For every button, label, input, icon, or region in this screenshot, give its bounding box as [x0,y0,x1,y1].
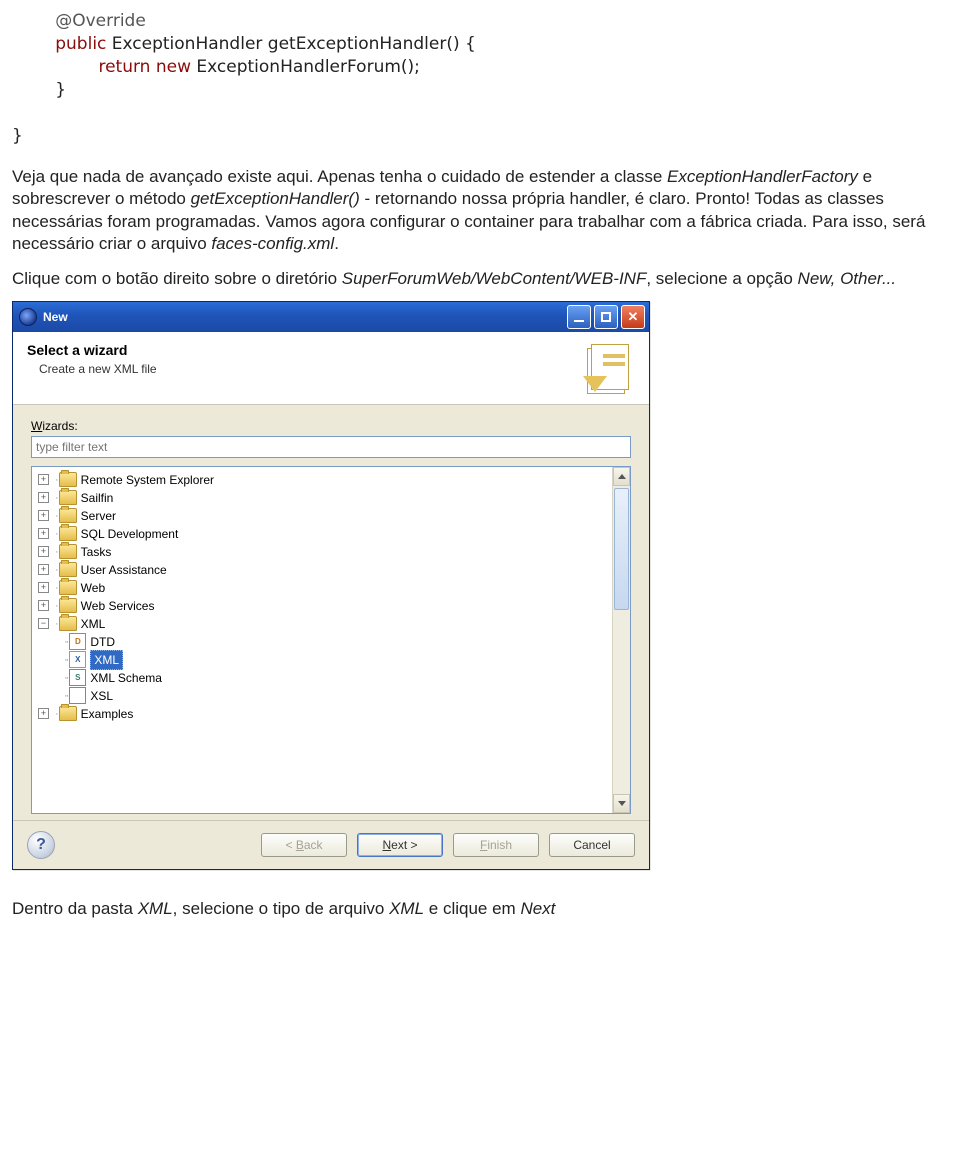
scroll-up-button[interactable] [613,467,630,486]
cancel-button[interactable]: Cancel [549,833,635,857]
expand-icon[interactable]: + [38,528,49,539]
tree-folder-node[interactable]: +·Web Services [38,597,610,615]
dialog-heading: Select a wizard [27,342,157,358]
window-title: New [43,310,68,324]
expand-icon[interactable]: − [38,618,49,629]
tree-item-label: Tasks [81,543,112,561]
tree-item-label: Remote System Explorer [81,471,214,489]
dialog-subheading: Create a new XML file [27,362,157,376]
scroll-down-button[interactable] [613,794,630,813]
folder-icon [59,598,77,613]
wizard-banner-icon [585,342,635,392]
tree-item-label: Examples [81,705,134,723]
scrollbar[interactable] [612,467,630,813]
filter-input[interactable] [31,436,631,458]
tree-item-label: SQL Development [81,525,179,543]
code-keyword: return new [98,57,191,77]
folder-icon [59,472,77,487]
tree-item-label: XSL [90,687,113,705]
tree-item-label: XML [90,650,123,670]
expand-icon[interactable]: + [38,510,49,521]
tree-item-label: User Assistance [81,561,167,579]
file-icon: S [69,669,86,686]
file-icon [69,687,86,704]
tree-folder-node[interactable]: +·Sailfin [38,489,610,507]
body-paragraph: Veja que nada de avançado existe aqui. A… [12,166,948,256]
maximize-button[interactable] [594,305,618,329]
expand-icon[interactable]: + [38,474,49,485]
tree-item-label: XML [81,615,106,633]
back-button[interactable]: < Back [261,833,347,857]
new-wizard-dialog: New Select a wizard Create a new XML fil… [12,301,650,870]
tree-folder-node[interactable]: +·Web [38,579,610,597]
code-block: @Override public ExceptionHandler getExc… [12,10,948,148]
code-annotation: @Override [55,11,146,31]
tree-file-node[interactable]: ··SXML Schema [38,669,610,687]
tree-item-label: DTD [90,633,115,651]
code-text: ExceptionHandler getExceptionHandler() { [106,34,475,54]
expand-icon[interactable]: + [38,492,49,503]
folder-icon [59,526,77,541]
code-text: ExceptionHandlerForum(); [191,57,420,77]
folder-icon [59,490,77,505]
tree-file-node[interactable]: ··DDTD [38,633,610,651]
tree-item-label: Sailfin [81,489,114,507]
folder-icon [59,508,77,523]
expand-icon[interactable]: + [38,582,49,593]
tree-folder-node[interactable]: −·XML [38,615,610,633]
finish-button[interactable]: Finish [453,833,539,857]
dialog-footer: ? < Back Next > Finish Cancel [13,820,649,869]
help-button[interactable]: ? [27,831,55,859]
code-keyword: public [55,34,106,54]
tree-item-label: Server [81,507,116,525]
tree-item-label: Web [81,579,105,597]
folder-icon [59,580,77,595]
expand-icon[interactable]: + [38,600,49,611]
next-button[interactable]: Next > [357,833,443,857]
code-text: } [12,126,23,146]
tree-item-label: XML Schema [90,669,162,687]
tree-file-node[interactable]: ··XXML [38,651,610,669]
tree-file-node[interactable]: ··XSL [38,687,610,705]
dialog-header: Select a wizard Create a new XML file [13,332,649,405]
file-icon: X [69,651,86,668]
expand-icon[interactable]: + [38,546,49,557]
file-icon: D [69,633,86,650]
tree-folder-node[interactable]: +·Examples [38,705,610,723]
expand-icon[interactable]: + [38,708,49,719]
folder-icon [59,616,77,631]
body-paragraph: Dentro da pasta XML, selecione o tipo de… [12,898,948,921]
folder-icon [59,544,77,559]
body-paragraph: Clique com o botão direito sobre o diret… [12,268,948,291]
folder-icon [59,706,77,721]
tree-folder-node[interactable]: +·Remote System Explorer [38,471,610,489]
app-icon [19,308,37,326]
titlebar[interactable]: New [13,302,649,332]
tree-folder-node[interactable]: +·Tasks [38,543,610,561]
tree-folder-node[interactable]: +·Server [38,507,610,525]
tree-item-label: Web Services [81,597,155,615]
wizard-tree: +·Remote System Explorer+·Sailfin+·Serve… [31,466,631,814]
scroll-thumb[interactable] [614,488,629,610]
wizards-label: Wizards: [31,419,631,433]
tree-folder-node[interactable]: +·User Assistance [38,561,610,579]
tree-folder-node[interactable]: +·SQL Development [38,525,610,543]
close-button[interactable] [621,305,645,329]
code-text: } [55,80,66,100]
expand-icon[interactable]: + [38,564,49,575]
minimize-button[interactable] [567,305,591,329]
folder-icon [59,562,77,577]
